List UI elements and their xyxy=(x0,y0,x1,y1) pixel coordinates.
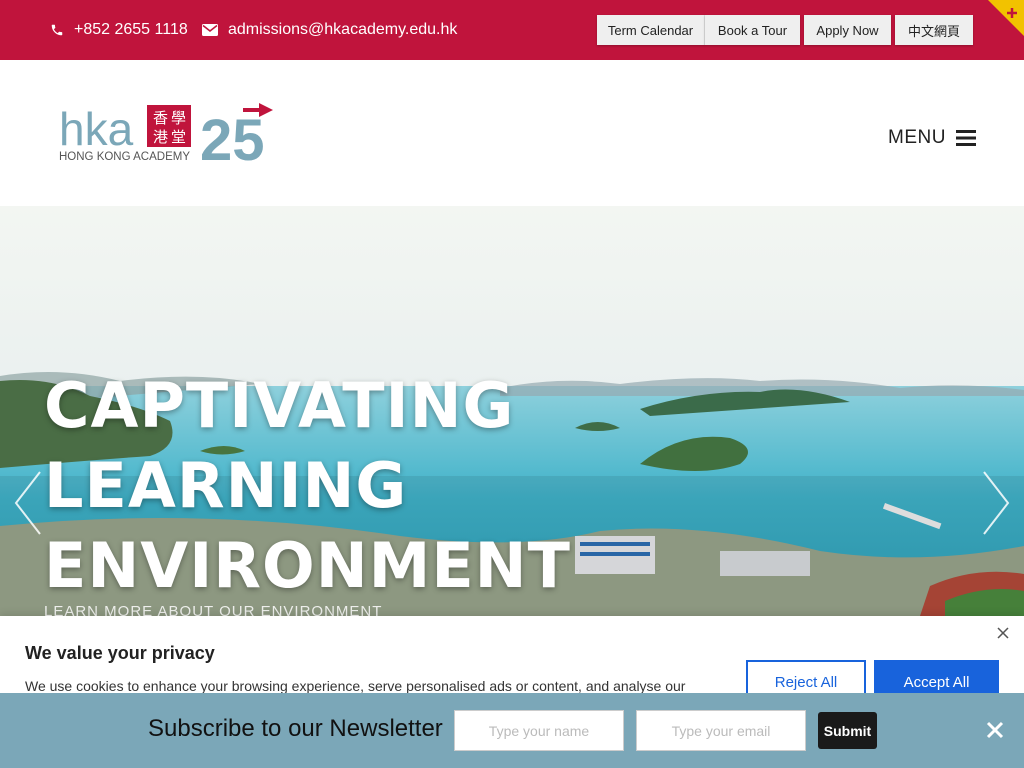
svg-text:YEARS: YEARS xyxy=(232,144,252,150)
svg-text:HONG KONG ACADEMY: HONG KONG ACADEMY xyxy=(59,151,190,163)
corner-ribbon-icon[interactable] xyxy=(988,0,1024,36)
menu-label: MENU xyxy=(888,127,946,148)
svg-text:25: 25 xyxy=(200,108,265,163)
svg-text:堂: 堂 xyxy=(171,129,186,146)
hero-title: CAPTIVATING LEARNING ENVIRONMENT xyxy=(44,366,664,606)
svg-text:港: 港 xyxy=(153,129,168,146)
newsletter-email-input[interactable] xyxy=(636,710,806,751)
privacy-description: We use cookies to enhance your browsing … xyxy=(25,678,686,694)
hero-learn-more-link[interactable]: LEARN MORE ABOUT OUR ENVIRONMENT xyxy=(44,603,382,616)
privacy-title: We value your privacy xyxy=(25,643,215,663)
close-icon[interactable] xyxy=(996,626,1010,640)
phone-link[interactable]: +852 2655 1118 xyxy=(50,0,188,60)
email-address: admissions@hkacademy.edu.hk xyxy=(228,21,458,38)
carousel-next-arrow-icon[interactable] xyxy=(978,468,1014,538)
phone-icon xyxy=(51,24,63,36)
hka-logo[interactable]: hka 香 學 港 堂 HONG KONG ACADEMY 25 YEARS xyxy=(59,103,275,163)
svg-text:香: 香 xyxy=(153,110,168,127)
hero-carousel: CAPTIVATING LEARNING ENVIRONMENT LEARN M… xyxy=(0,206,1024,616)
newsletter-close-icon[interactable] xyxy=(986,721,1004,739)
top-bar: +852 2655 1118 admissions@hkacademy.edu.… xyxy=(0,0,1024,60)
hero-title-line: ENVIRONMENT xyxy=(44,529,571,602)
phone-number: +852 2655 1118 xyxy=(74,21,188,38)
newsletter-submit-button[interactable]: Submit xyxy=(818,712,877,749)
book-tour-button[interactable]: Book a Tour xyxy=(705,15,800,45)
carousel-prev-arrow-icon[interactable] xyxy=(10,468,46,538)
hero-title-line: CAPTIVATING xyxy=(44,369,515,442)
newsletter-name-input[interactable] xyxy=(454,710,624,751)
email-link[interactable]: admissions@hkacademy.edu.hk xyxy=(202,0,457,60)
chinese-site-button[interactable]: 中文網頁 xyxy=(895,15,973,45)
term-calendar-button[interactable]: Term Calendar xyxy=(597,15,705,45)
svg-text:學: 學 xyxy=(171,109,186,127)
apply-now-button[interactable]: Apply Now xyxy=(804,15,891,45)
svg-text:hka: hka xyxy=(59,103,134,155)
hamburger-icon xyxy=(955,130,976,146)
hero-title-line: LEARNING xyxy=(44,449,408,522)
menu-button[interactable]: MENU xyxy=(888,124,976,152)
envelope-icon xyxy=(202,24,218,36)
newsletter-title: Subscribe to our Newsletter xyxy=(148,715,443,742)
newsletter-bar: Subscribe to our Newsletter Submit xyxy=(0,693,1024,768)
